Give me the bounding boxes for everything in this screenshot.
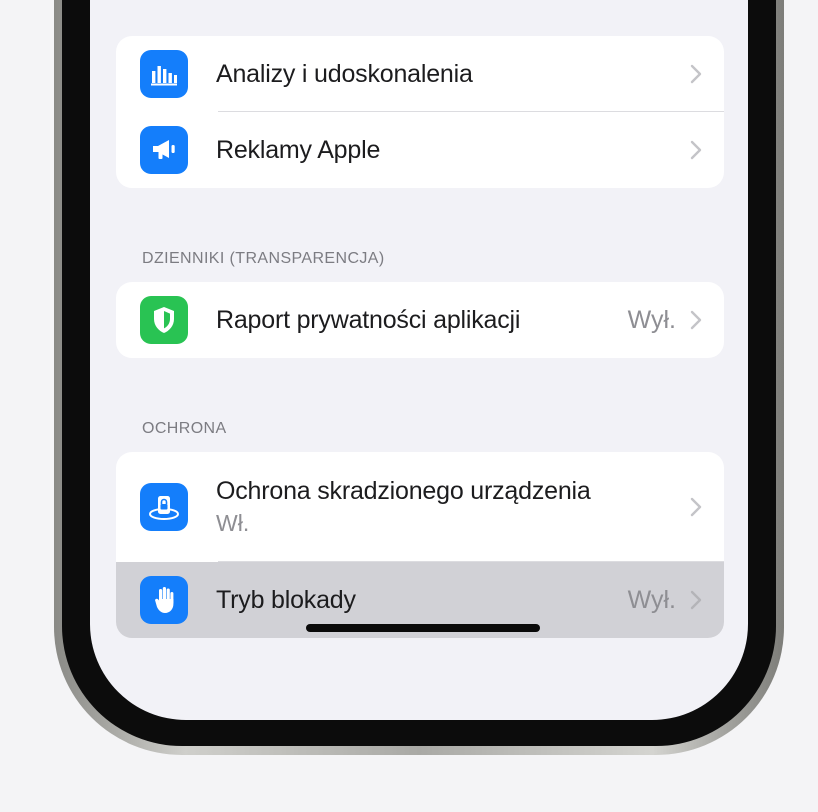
row-value: Wył. — [627, 305, 676, 334]
stolen-device-protection-icon — [140, 483, 188, 531]
section-header-transparency: DZIENNIKI (TRANSPARENCJA) — [142, 250, 385, 267]
screenshot-stage: Analizy i udoskonalenia Reklamy Apple DZ… — [0, 0, 818, 812]
settings-group-analytics: Analizy i udoskonalenia Reklamy Apple — [116, 36, 724, 188]
row-apple-ads[interactable]: Reklamy Apple — [116, 112, 724, 188]
row-value: Wył. — [627, 585, 676, 614]
row-label: Reklamy Apple — [216, 135, 381, 164]
settings-group-transparency: Raport prywatności aplikacji Wył. — [116, 282, 724, 358]
hand-icon — [140, 576, 188, 624]
chevron-right-icon — [690, 140, 702, 160]
row-label: Tryb blokady — [216, 585, 356, 614]
row-app-privacy-report[interactable]: Raport prywatności aplikacji Wył. — [116, 282, 724, 358]
chevron-right-icon — [690, 590, 702, 610]
settings-screen: Analizy i udoskonalenia Reklamy Apple DZ… — [90, 0, 748, 720]
bar-chart-icon — [140, 50, 188, 98]
megaphone-icon — [140, 126, 188, 174]
row-stolen-device-protection[interactable]: Ochrona skradzionego urządzenia Wł. — [116, 452, 724, 562]
home-indicator[interactable] — [306, 624, 540, 632]
row-label: Raport prywatności aplikacji — [216, 305, 521, 334]
row-sublabel: Wł. — [216, 510, 250, 536]
row-analytics[interactable]: Analizy i udoskonalenia — [116, 36, 724, 112]
row-label: Analizy i udoskonalenia — [216, 59, 473, 88]
chevron-right-icon — [690, 310, 702, 330]
section-header-protection: OCHRONA — [142, 420, 227, 437]
shield-icon — [140, 296, 188, 344]
chevron-right-icon — [690, 64, 702, 84]
settings-group-protection: Ochrona skradzionego urządzenia Wł. Tryb… — [116, 452, 724, 638]
chevron-right-icon — [690, 497, 702, 517]
row-label: Ochrona skradzionego urządzenia — [216, 477, 591, 505]
